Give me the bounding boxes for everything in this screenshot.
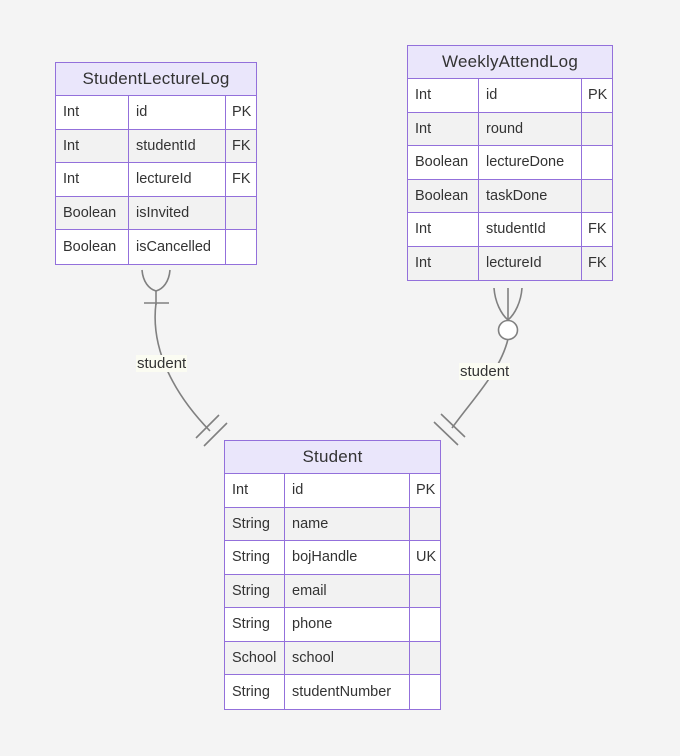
crowsfoot-one-or-many-icon xyxy=(141,269,171,305)
attribute-type: Int xyxy=(56,96,129,129)
relationship-label-right: student xyxy=(459,363,511,380)
table-row[interactable]: Int lectureId FK xyxy=(56,163,256,197)
attribute-type: String xyxy=(225,574,285,607)
attribute-type: Boolean xyxy=(408,179,479,212)
attribute-name: email xyxy=(285,574,410,607)
table-row[interactable]: Int id PK xyxy=(408,79,612,113)
attribute-key: FK xyxy=(588,221,607,238)
attribute-type: String xyxy=(225,675,285,709)
attribute-type: Int xyxy=(408,246,479,280)
attribute-name: round xyxy=(479,112,582,145)
entity-weeklyattendlog[interactable]: WeeklyAttendLog Int id PK Int round Bool… xyxy=(407,45,613,281)
attribute-type: Boolean xyxy=(56,196,129,229)
table-row[interactable]: Int lectureId FK xyxy=(408,246,612,280)
table-row[interactable]: Boolean lectureDone xyxy=(408,146,612,180)
attribute-name: taskDone xyxy=(479,179,582,212)
relationship-right-line xyxy=(451,338,509,429)
table-row[interactable]: String bojHandle UK xyxy=(225,541,440,575)
attribute-type: Int xyxy=(408,112,479,145)
table-row[interactable]: School school xyxy=(225,641,440,675)
attribute-name: studentNumber xyxy=(285,675,410,709)
attribute-type: Int xyxy=(56,163,129,196)
entity-title-weeklyattendlog: WeeklyAttendLog xyxy=(408,46,612,79)
exactly-one-marker-icon xyxy=(195,414,228,447)
attribute-name: id xyxy=(285,474,410,507)
entity-student[interactable]: Student Int id PK String name String boj… xyxy=(224,440,441,710)
crowsfoot-zero-or-many-icon xyxy=(493,287,523,341)
attribute-name: studentId xyxy=(129,129,226,162)
attribute-key xyxy=(410,508,440,541)
attribute-name: lectureId xyxy=(129,163,226,196)
attribute-type: String xyxy=(225,507,285,540)
attribute-name: lectureId xyxy=(479,246,582,280)
attribute-type: Int xyxy=(56,129,129,162)
table-row[interactable]: Int studentId FK xyxy=(408,213,612,247)
table-row[interactable]: Int round xyxy=(408,112,612,146)
attribute-key xyxy=(410,575,440,608)
attribute-key: PK xyxy=(588,87,608,104)
attribute-type: Boolean xyxy=(408,146,479,179)
attribute-key xyxy=(582,113,612,146)
attribute-name: studentId xyxy=(479,213,582,246)
attribute-type: Boolean xyxy=(56,230,129,264)
table-row[interactable]: String name xyxy=(225,507,440,541)
table-row[interactable]: String email xyxy=(225,574,440,608)
attribute-type: Int xyxy=(408,79,479,112)
table-row[interactable]: Int studentId FK xyxy=(56,129,256,163)
attribute-name: school xyxy=(285,641,410,674)
attribute-key: PK xyxy=(232,104,252,121)
attribute-type: String xyxy=(225,608,285,641)
attribute-type: Int xyxy=(225,474,285,507)
attribute-key xyxy=(226,197,256,230)
attribute-key xyxy=(226,230,256,264)
entity-studentlecturelog[interactable]: StudentLectureLog Int id PK Int studentI… xyxy=(55,62,257,265)
attribute-name: name xyxy=(285,507,410,540)
attribute-type: School xyxy=(225,641,285,674)
attribute-name: bojHandle xyxy=(285,541,410,574)
table-row[interactable]: Int id PK xyxy=(56,96,256,130)
attribute-name: id xyxy=(129,96,226,129)
entity-title-studentlecturelog: StudentLectureLog xyxy=(56,63,256,96)
attribute-key: FK xyxy=(232,137,251,154)
attribute-type: String xyxy=(225,541,285,574)
attribute-key: FK xyxy=(232,171,251,188)
attribute-key: UK xyxy=(416,549,437,566)
table-row[interactable]: String phone xyxy=(225,608,440,642)
attribute-key xyxy=(410,608,440,641)
table-row[interactable]: Boolean taskDone xyxy=(408,179,612,213)
attribute-key: FK xyxy=(588,255,607,272)
entity-title-student: Student xyxy=(225,441,440,474)
table-row[interactable]: Int id PK xyxy=(225,474,440,508)
attribute-key xyxy=(582,180,612,213)
table-row[interactable]: Boolean isInvited xyxy=(56,196,256,230)
attribute-name: isInvited xyxy=(129,196,226,229)
attribute-key: PK xyxy=(416,482,436,499)
attribute-key xyxy=(410,642,440,675)
attribute-name: isCancelled xyxy=(129,230,226,264)
attribute-key xyxy=(582,146,612,179)
attribute-key xyxy=(410,675,440,709)
table-row[interactable]: Boolean isCancelled xyxy=(56,230,256,264)
attribute-type: Int xyxy=(408,213,479,246)
er-diagram-canvas: student student StudentLectureLog Int id… xyxy=(0,0,680,756)
relationship-label-left: student xyxy=(136,355,188,372)
attribute-name: phone xyxy=(285,608,410,641)
attribute-name: lectureDone xyxy=(479,146,582,179)
attribute-name: id xyxy=(479,79,582,112)
table-row[interactable]: String studentNumber xyxy=(225,675,440,709)
